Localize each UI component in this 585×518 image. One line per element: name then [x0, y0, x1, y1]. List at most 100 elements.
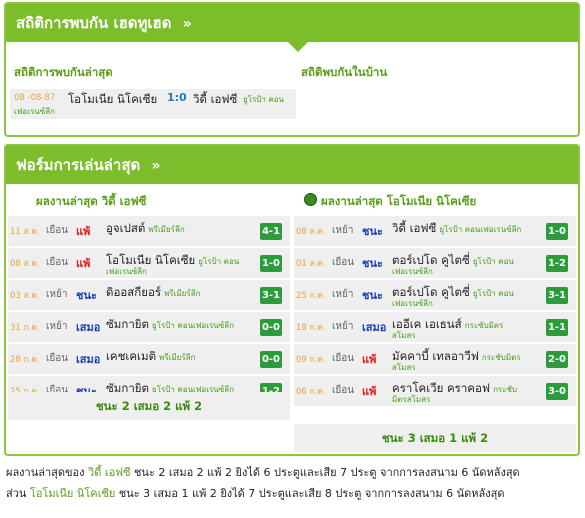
- score-badge[interactable]: 1-2: [546, 255, 568, 272]
- form-row[interactable]: 06 ก.ค. เยือน แพ้ คราโคเวีย คราคอฟ กระชับ มิต…: [294, 376, 576, 406]
- league-name: ยูโรป้า คอน: [472, 289, 514, 298]
- league-name-cont: มิตรสโมสร: [392, 395, 431, 404]
- league-name: ยูโรป้า คอนเฟอเรนซ์ลีก: [152, 321, 234, 330]
- h2h-latest-title: สถิติการพบกันล่าสุด: [14, 65, 113, 79]
- league-name: กระชับ: [493, 385, 518, 394]
- league-name: กระชับมิตร: [464, 321, 504, 330]
- league-name: พรีเมียร์ลีก: [164, 289, 201, 298]
- opponent-team[interactable]: วิดี้ เอฟซี ยูโรป้า คอนเฟอเรนซ์ลีก: [392, 220, 521, 238]
- h2h-header-title: สถิติการพบกัน เฮดทูเฮด: [16, 14, 172, 32]
- score-badge[interactable]: 4-1: [260, 223, 282, 240]
- score-badge[interactable]: 3-0: [546, 383, 568, 400]
- match-date: 28 ก.ค.: [10, 355, 40, 365]
- venue-label: เหย้า: [332, 289, 354, 300]
- left-form-title: ผลงานล่าสุด วิดี้ เอฟซี: [36, 194, 147, 208]
- score-badge[interactable]: 1-1: [546, 319, 568, 336]
- opponent-team[interactable]: ดิออสกียอร์ พรีเมียร์ลีก: [106, 284, 200, 302]
- opponent-team[interactable]: อูจเปสต์ พรีเมียร์ลีก: [106, 220, 185, 238]
- form-row[interactable]: 09 ก.ค. เยือน แพ้ มัคคาบี้ เทลอาวีฟ กระชับมิ…: [294, 344, 576, 374]
- form-row[interactable]: 31 ก.ค. เหย้า เสมอ ซัมกายิต ยูโรป้า คอนเฟอเร…: [8, 312, 290, 342]
- match-date: 25 ก.ค.: [296, 291, 326, 301]
- form-row[interactable]: 01 ส.ค. เยือน ชนะ ตอร์เปโด คูไตซี่ ยูโรป้า ค…: [294, 248, 576, 278]
- form-row[interactable]: 08 ส.ค. เหย้า ชนะ วิดี้ เอฟซี ยูโรป้า คอนเฟอ…: [294, 216, 576, 246]
- footer-text: ชนะ 2 เสมอ 2 แพ้ 2 ยิงได้ 6 ประตูและเสีย…: [130, 466, 520, 479]
- opponent-team[interactable]: เคชเคเมติ พรีเมียร์ลีก: [106, 348, 195, 366]
- match-date: 31 ก.ค.: [10, 323, 40, 333]
- right-summary: ชนะ 3 เสมอ 1 แพ้ 2: [294, 424, 576, 452]
- footer-text: ผลงานล่าสุดของ: [6, 466, 89, 479]
- league-name: พรีเมียร์ลีก: [159, 353, 196, 362]
- league-name: กระชับมิตร: [481, 353, 521, 362]
- league-name-cont: เฟอเรนซ์ลีก: [106, 267, 147, 276]
- result-label: เสมอ: [76, 353, 101, 366]
- score-badge[interactable]: 1-0: [546, 223, 568, 240]
- score-badge[interactable]: 3-1: [260, 287, 282, 304]
- home-team[interactable]: โอโมเนีย นิโคเซีย: [68, 91, 157, 109]
- match-date: 11 ส.ค.: [10, 227, 40, 237]
- venue-label: เหย้า: [46, 321, 68, 332]
- chevron-right-icon[interactable]: »: [151, 147, 160, 185]
- league-name: พรีเมียร์ลีก: [148, 225, 185, 234]
- form-row[interactable]: 03 ส.ค. เหย้า ชนะ ดิออสกียอร์ พรีเมียร์ลีก 3-…: [8, 280, 290, 310]
- footer-text: ส่วน: [6, 487, 30, 500]
- result-label: แพ้: [76, 257, 91, 270]
- venue-label: เหย้า: [332, 225, 354, 236]
- match-date: 08 ส.ค.: [296, 227, 326, 237]
- league-name-cont: เฟอเรนซ์ลีก: [392, 299, 433, 308]
- footer-line-2: ส่วน โอโมเนีย นิโคเซีย ชนะ 3 เสมอ 1 แพ้ …: [6, 484, 505, 502]
- result-label: ชนะ: [362, 225, 383, 238]
- score-badge[interactable]: 0-0: [260, 351, 282, 368]
- venue-label: เหย้า: [46, 289, 68, 300]
- result-label: ชนะ: [76, 289, 97, 302]
- form-header: ฟอร์มการเล่นล่าสุด »: [6, 146, 578, 184]
- score-badge[interactable]: 2-0: [546, 351, 568, 368]
- match-date: 08 -08-87: [14, 93, 56, 103]
- score-badge[interactable]: 1-0: [260, 255, 282, 272]
- form-row[interactable]: 18 ก.ค. เหย้า เสมอ เออีเค เอเธนส์ กระชับมิตร…: [294, 312, 576, 342]
- chevron-right-icon[interactable]: »: [183, 5, 192, 43]
- form-header-title: ฟอร์มการเล่นล่าสุด: [16, 156, 141, 174]
- right-form-title: ผลงานล่าสุด โอโมเนีย นิโคเซีย: [304, 193, 476, 211]
- form-row[interactable]: 11 ส.ค. เยือน แพ้ อูจเปสต์ พรีเมียร์ลีก 4-1: [8, 216, 290, 246]
- h2h-home-title: สถิติพบกันในบ้าน: [301, 65, 388, 79]
- team-link[interactable]: โอโมเนีย นิโคเซีย: [30, 487, 115, 500]
- match-score[interactable]: 1:0: [167, 91, 187, 104]
- league-name: ยูโรป้า คอน: [198, 257, 240, 266]
- result-label: ชนะ: [362, 257, 383, 270]
- form-row[interactable]: 08 ส.ค. เยือน แพ้ โอโมเนีย นิโคเซีย ยูโรป้า …: [8, 248, 290, 278]
- team-link[interactable]: วิดี้ เอฟซี: [88, 466, 130, 479]
- score-badge[interactable]: 0-0: [260, 319, 282, 336]
- footer-line-1: ผลงานล่าสุดของ วิดี้ เอฟซี ชนะ 2 เสมอ 2 …: [6, 463, 520, 481]
- match-date: 03 ส.ค.: [10, 291, 40, 301]
- match-date: 18 ก.ค.: [296, 323, 326, 333]
- away-team[interactable]: วิดี้ เอฟซี: [193, 91, 237, 109]
- match-date: 06 ก.ค.: [296, 387, 326, 397]
- header-notch: [288, 42, 308, 52]
- h2h-match-row[interactable]: 08 -08-87 โอโมเนีย นิโคเซีย 1:0 วิดี้ เอ…: [10, 89, 296, 119]
- match-date: 01 ส.ค.: [296, 259, 326, 269]
- result-label: แพ้: [362, 353, 377, 366]
- league-name-cont: เฟอเรนซ์ลีก: [392, 267, 433, 276]
- league-name-cont: สโมสร: [392, 363, 416, 372]
- league-name: ยูโรป้า คอน: [472, 257, 514, 266]
- venue-label: เยือน: [46, 257, 69, 268]
- venue-label: เยือน: [46, 225, 69, 236]
- form-panel: ฟอร์มการเล่นล่าสุด » ผลงานล่าสุด วิดี้ เ…: [4, 144, 580, 456]
- match-date: 09 ก.ค.: [296, 355, 326, 365]
- footer-text: ชนะ 3 เสมอ 1 แพ้ 2 ยิงได้ 7 ประตูและเสีย…: [115, 487, 505, 500]
- league-name-cont: สโมสร: [392, 331, 416, 340]
- league-name: ยูโรป้า คอน: [243, 95, 285, 104]
- opponent-team[interactable]: ซัมกายิต ยูโรป้า คอนเฟอเรนซ์ลีก: [106, 316, 234, 334]
- result-label: แพ้: [76, 225, 91, 238]
- match-date: 08 ส.ค.: [10, 259, 40, 269]
- venue-label: เยือน: [332, 353, 355, 364]
- form-row[interactable]: 28 ก.ค. เยือน เสมอ เคชเคเมติ พรีเมียร์ลีก 0-0: [8, 344, 290, 374]
- league-name: ยูโรป้า คอนเฟอเรนซ์ลีก: [439, 225, 522, 234]
- result-label: แพ้: [362, 385, 377, 398]
- form-row[interactable]: 25 ก.ค. เหย้า ชนะ ตอร์เปโด คูไตซี่ ยูโรป้า ค…: [294, 280, 576, 310]
- league-name-cont: เฟอเรนซ์ลีก: [14, 107, 55, 116]
- score-badge[interactable]: 3-1: [546, 287, 568, 304]
- venue-label: เยือน: [46, 353, 69, 364]
- h2h-header: สถิติการพบกัน เฮดทูเฮด »: [6, 4, 578, 52]
- result-label: เสมอ: [362, 321, 387, 334]
